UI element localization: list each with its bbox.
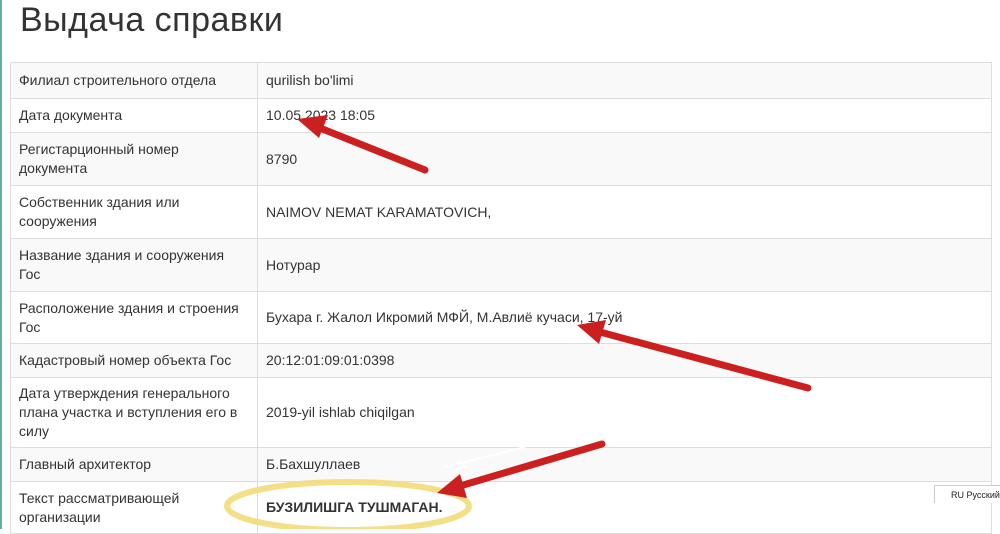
table-row: Регистарционный номер документа 8790 xyxy=(10,132,992,186)
table-row: Главный архитектор Б.Бахшуллаев xyxy=(10,447,992,482)
table-row: Собственник здания или сооружения NAIMOV… xyxy=(10,185,992,239)
row-value-registration-number: 8790 xyxy=(257,132,992,186)
table-row: Название здания и сооружения Гос Нотурар xyxy=(10,238,992,292)
table-row: Текст рассматривающей организации БУЗИЛИ… xyxy=(10,481,992,534)
row-label-reviewing-organization-text: Текст рассматривающей организации xyxy=(10,481,258,534)
page-title: Выдача справки xyxy=(20,1,284,39)
table-row: Расположение здания и строения Гос Бухар… xyxy=(10,291,992,344)
table-row: Кадастровый номер объекта Гос 20:12:01:0… xyxy=(10,343,992,378)
row-label-building-owner: Собственник здания или сооружения xyxy=(10,185,258,239)
row-value-document-date: 10.05.2023 18:05 xyxy=(257,98,992,133)
row-value-building-name: Нотурар xyxy=(257,238,992,292)
row-label-registration-number: Регистарционный номер документа xyxy=(10,132,258,186)
table-row: Дата документа 10.05.2023 18:05 xyxy=(10,98,992,133)
language-indicator[interactable]: RU Русский (Россия) xyxy=(934,485,1000,503)
row-value-cadastral-number: 20:12:01:09:01:0398 xyxy=(257,343,992,378)
row-value-reviewing-organization-text: БУЗИЛИШГА ТУШМАГАН. xyxy=(257,481,992,534)
row-label-chief-architect: Главный архитектор xyxy=(10,447,258,482)
row-value-chief-architect: Б.Бахшуллаев xyxy=(257,447,992,482)
row-value-branch: qurilish bo'limi xyxy=(257,62,992,99)
row-value-building-location: Бухара г. Жалол Икромий МФЙ, М.Авлиё куч… xyxy=(257,291,992,344)
left-accent-rule xyxy=(0,0,2,529)
row-label-branch: Филиал строительного отдела xyxy=(10,62,258,99)
row-label-building-location: Расположение здания и строения Гос xyxy=(10,291,258,344)
row-label-cadastral-number: Кадастровый номер объекта Гос xyxy=(10,343,258,378)
document-info-table: Филиал строительного отдела qurilish bo'… xyxy=(10,62,992,534)
row-label-master-plan-date: Дата утверждения генерального плана учас… xyxy=(10,377,258,448)
row-label-document-date: Дата документа xyxy=(10,98,258,133)
row-value-building-owner: NAIMOV NEMAT KARAMATOVICH, xyxy=(257,185,992,239)
row-value-master-plan-date: 2019-yil ishlab chiqilgan xyxy=(257,377,992,448)
table-row: Филиал строительного отдела qurilish bo'… xyxy=(10,62,992,99)
row-label-building-name: Название здания и сооружения Гос xyxy=(10,238,258,292)
table-row: Дата утверждения генерального плана учас… xyxy=(10,377,992,448)
